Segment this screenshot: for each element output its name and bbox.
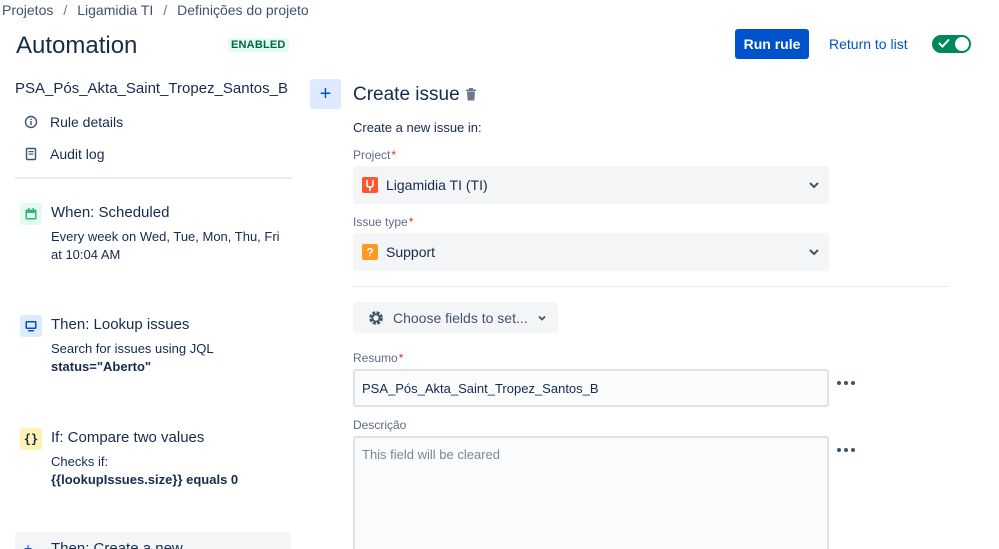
chevron-down-icon (809, 249, 819, 256)
project-select[interactable]: Ligamidia TI (TI) (353, 166, 829, 204)
breadcrumb-separator: / (63, 2, 68, 18)
description-more-icon[interactable] (837, 448, 857, 454)
audit-log-link[interactable]: Audit log (24, 146, 104, 162)
step-title: When: Scheduled (51, 204, 170, 221)
trash-icon[interactable] (465, 88, 477, 101)
project-value: Ligamidia TI (TI) (386, 177, 488, 193)
summary-input[interactable]: PSA_Pós_Akta_Saint_Tropez_Santos_B (353, 369, 829, 407)
plus-icon: + (24, 540, 33, 549)
issue-type-label: Issue type* (353, 215, 414, 229)
info-icon (24, 115, 38, 129)
svg-text:?: ? (366, 246, 373, 260)
summary-more-icon[interactable] (837, 381, 857, 387)
breadcrumb-projects[interactable]: Projetos (2, 2, 53, 18)
step-title: If: Compare two values (51, 429, 205, 446)
monitor-icon (20, 315, 42, 337)
check-icon (938, 38, 950, 48)
panel-subtitle: Create a new issue in: (353, 120, 482, 135)
issue-type-value: Support (386, 244, 436, 260)
run-rule-button[interactable]: Run rule (735, 29, 809, 59)
toggle-knob (955, 37, 969, 51)
return-to-list-link[interactable]: Return to list (829, 36, 908, 52)
step-compare-values[interactable]: {} If: Compare two values Checks if: {{l… (20, 426, 290, 496)
rule-details-label: Rule details (50, 114, 124, 130)
calendar-icon (20, 203, 42, 225)
braces-icon: {} (20, 428, 42, 450)
status-badge: ENABLED (228, 38, 289, 52)
panel-title: Create issue (353, 84, 460, 105)
gear-icon (369, 310, 383, 325)
choose-fields-label: Choose fields to set... (393, 309, 528, 326)
plus-icon: + (319, 82, 332, 105)
step-create-issue[interactable]: + Then: Create a new (15, 532, 291, 549)
step-description: Search for issues using JQL status="Aber… (51, 341, 214, 374)
rule-enabled-toggle[interactable] (932, 35, 971, 53)
breadcrumb-separator: / (163, 2, 168, 18)
project-label: Project* (353, 148, 397, 162)
step-when-scheduled[interactable]: When: Scheduled Every week on Wed, Tue, … (20, 201, 290, 271)
add-component-button[interactable]: + (310, 79, 341, 109)
audit-log-label: Audit log (50, 146, 105, 162)
page-title: Automation (16, 32, 138, 59)
document-icon (25, 147, 37, 161)
issue-type-select[interactable]: ? Support (353, 233, 829, 271)
step-description: Checks if: {{lookupIssues.size}} equals … (51, 454, 239, 487)
section-divider (353, 286, 949, 287)
breadcrumb-project[interactable]: Ligamidia TI (77, 2, 153, 18)
project-avatar-icon (362, 177, 378, 193)
rule-name: PSA_Pós_Akta_Saint_Tropez_Santos_B (15, 80, 288, 97)
description-textarea[interactable]: This field will be cleared (353, 436, 829, 549)
step-title: Then: Lookup issues (51, 316, 190, 333)
summary-label: Resumo* (353, 351, 404, 365)
support-issue-icon: ? (362, 244, 378, 260)
chevron-down-icon (538, 315, 546, 321)
description-label: Descrição (353, 418, 407, 432)
choose-fields-button[interactable]: Choose fields to set... (353, 302, 558, 333)
breadcrumb: Projetos / Ligamidia TI / Definições do … (2, 2, 309, 18)
step-description: Every week on Wed, Tue, Mon, Thu, Fri at… (51, 229, 280, 262)
rule-details-link[interactable]: Rule details (24, 114, 123, 130)
step-lookup-issues[interactable]: Then: Lookup issues Search for issues us… (20, 313, 290, 383)
sidebar-divider (15, 177, 292, 179)
step-title: Then: Create a new (51, 540, 183, 549)
chevron-down-icon (809, 182, 819, 189)
breadcrumb-settings[interactable]: Definições do projeto (177, 2, 309, 18)
